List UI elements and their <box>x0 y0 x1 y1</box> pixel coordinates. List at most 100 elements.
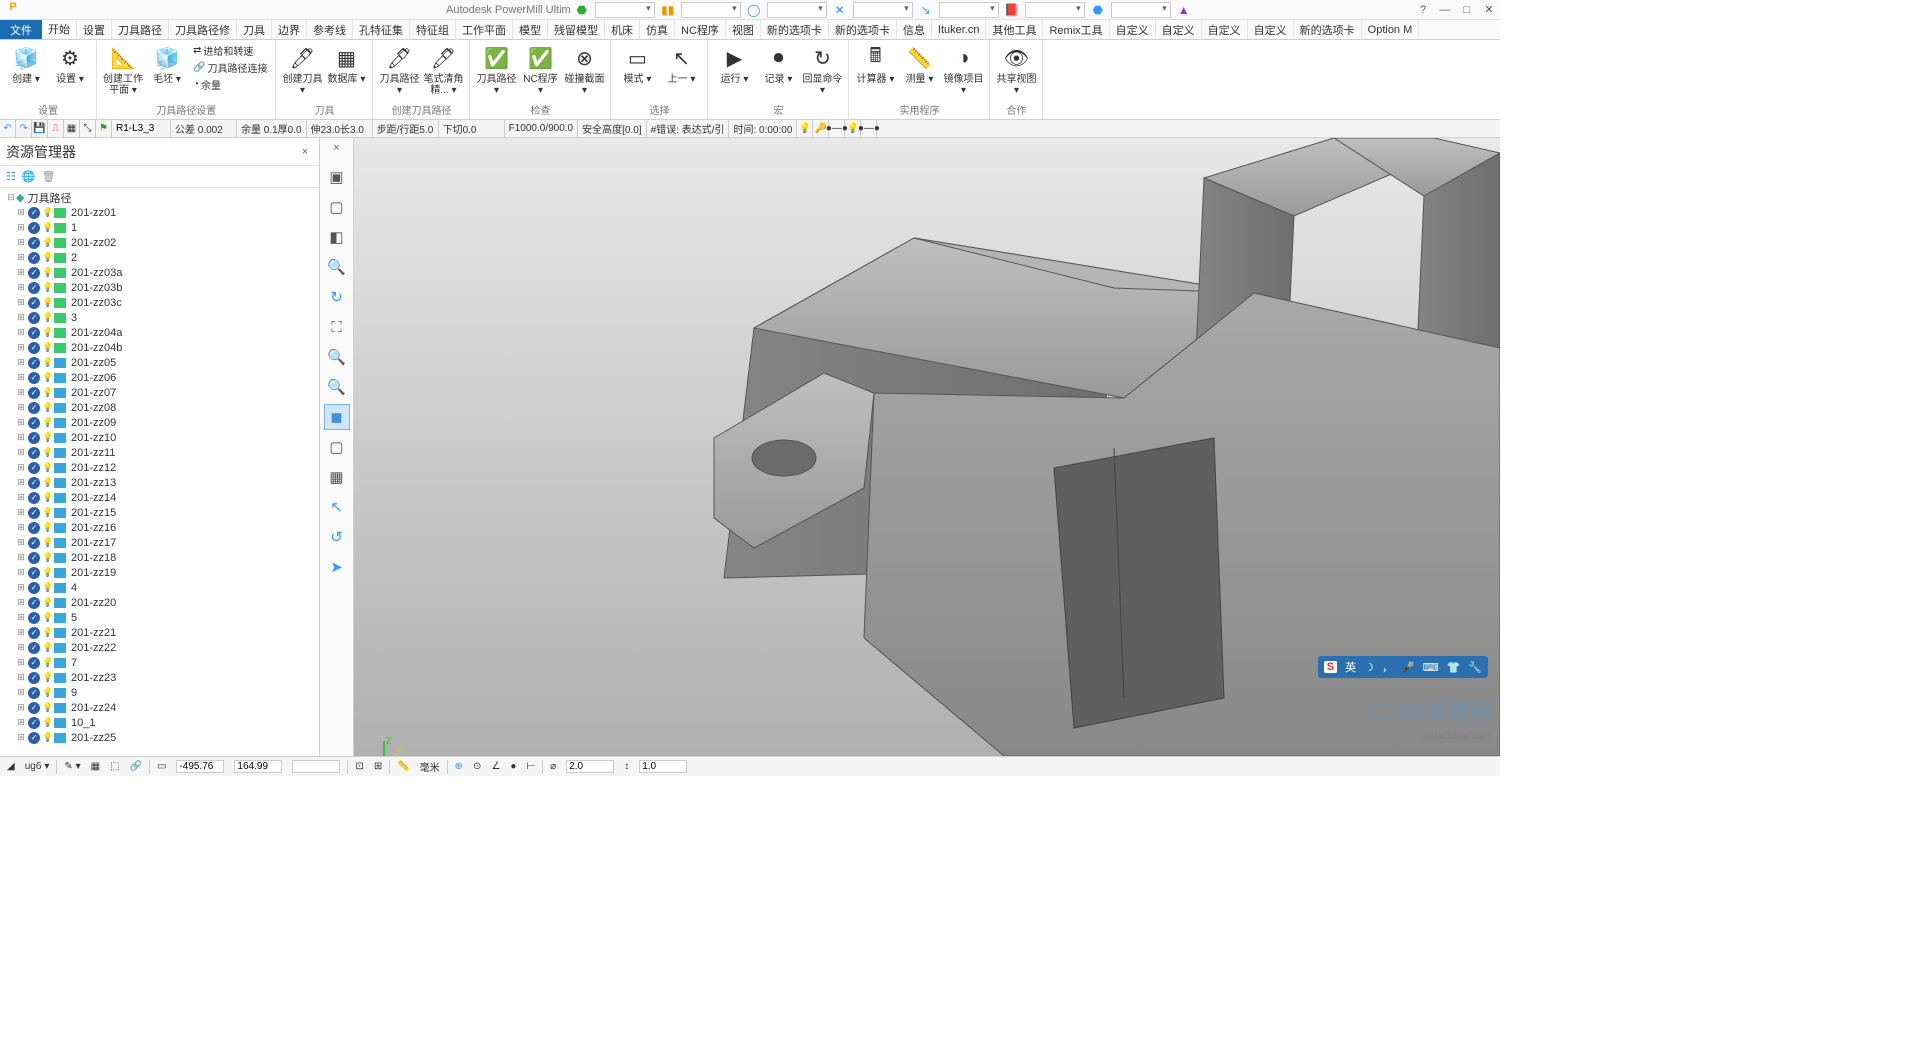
menu-tab[interactable]: 刀具路径 <box>112 20 169 39</box>
view-cube1-icon[interactable]: ▢ <box>324 194 350 220</box>
menu-tab[interactable]: 自定义 <box>1110 20 1156 39</box>
check-icon[interactable]: ✓ <box>28 462 40 474</box>
zoom-in-icon[interactable]: 🔍 <box>324 254 350 280</box>
check-icon[interactable]: ✓ <box>28 597 40 609</box>
bulb-icon[interactable]: 💡 <box>42 687 52 698</box>
check-icon[interactable]: ✓ <box>28 372 40 384</box>
menu-tab[interactable]: 自定义 <box>1156 20 1202 39</box>
zoom-fit-icon[interactable]: ⛶ <box>324 314 350 340</box>
status-y-field[interactable] <box>234 760 282 773</box>
check-icon[interactable]: ✓ <box>28 447 40 459</box>
globe-icon[interactable]: 🌐 <box>22 170 36 183</box>
menu-tab[interactable]: 新的选项卡 <box>829 20 897 39</box>
bulb-icon[interactable]: 💡 <box>42 207 52 218</box>
ribbon-button[interactable]: 🧊创建 ▾ <box>6 42 46 87</box>
tree-item[interactable]: ⊞✓💡7 <box>0 655 319 670</box>
ribbon-button[interactable]: ◑镜像项目 ▾ <box>943 42 983 98</box>
ime-tool-icon[interactable]: 🔧 <box>1468 661 1482 674</box>
qat-dropdown-6[interactable] <box>1025 2 1085 18</box>
ime-kbd-icon[interactable]: ⌨ <box>1423 661 1439 674</box>
check-icon[interactable]: ✓ <box>28 732 40 744</box>
ribbon-button[interactable]: ⏺记录 ▾ <box>758 42 798 87</box>
status-ruler-icon[interactable]: 📏 <box>394 761 412 772</box>
menu-tab[interactable]: 其他工具 <box>986 20 1043 39</box>
ribbon-button[interactable]: ▶运行 ▾ <box>714 42 754 87</box>
check-icon[interactable]: ✓ <box>28 672 40 684</box>
check-icon[interactable]: ✓ <box>28 387 40 399</box>
check-icon[interactable]: ✓ <box>28 717 40 729</box>
info-cell[interactable]: 余量 0.1厚0.0 <box>237 120 307 137</box>
minimize-button[interactable]: — <box>1434 1 1456 19</box>
ribbon-button[interactable]: 🖩计算器 ▾ <box>855 42 895 87</box>
qat-icon[interactable]: 📕 <box>1003 2 1021 18</box>
wire-icon[interactable]: ▢ <box>324 434 350 460</box>
qat-icon[interactable]: ✕ <box>831 2 849 18</box>
menu-tab[interactable]: 信息 <box>897 20 932 39</box>
axis-icon[interactable]: ⤡ <box>80 120 96 137</box>
bulb-icon[interactable]: 💡 <box>42 582 52 593</box>
bulb-icon[interactable]: 💡 <box>42 267 52 278</box>
dot2-icon[interactable]: ●—● <box>861 120 877 137</box>
menu-tab[interactable]: Option M <box>1362 20 1420 39</box>
menu-tab[interactable]: 刀具 <box>237 20 272 39</box>
tree-item[interactable]: ⊞✓💡201-zz01 <box>0 205 319 220</box>
bulb-icon[interactable]: 💡 <box>42 552 52 563</box>
bulb-icon[interactable]: 💡 <box>42 372 52 383</box>
menu-tab[interactable]: 开始 <box>42 20 77 39</box>
qat-icon[interactable]: ▲ <box>1175 2 1193 18</box>
menu-tab[interactable]: NC程序 <box>675 20 726 39</box>
check-icon[interactable]: ✓ <box>28 567 40 579</box>
bulb-icon[interactable]: 💡 <box>42 657 52 668</box>
check-icon[interactable]: ✓ <box>28 507 40 519</box>
status-plane[interactable]: ug6 ▾ <box>22 761 53 772</box>
menu-tab[interactable]: 仿真 <box>640 20 675 39</box>
bulb-icon[interactable]: 💡 <box>42 282 52 293</box>
bulb-icon[interactable]: 💡 <box>42 342 52 353</box>
ime-lang[interactable]: 英 <box>1345 659 1356 675</box>
menu-tab[interactable]: 模型 <box>513 20 548 39</box>
redo-icon[interactable]: ↷ <box>16 120 32 137</box>
rotate-icon[interactable]: ↺ <box>324 524 350 550</box>
zoom-area-icon[interactable]: 🔍 <box>324 344 350 370</box>
bulb-icon[interactable]: 💡 <box>42 447 52 458</box>
qat-icon[interactable]: ⬣ <box>1089 2 1107 18</box>
check-icon[interactable]: ✓ <box>28 702 40 714</box>
ribbon-small-button[interactable]: 🔗刀具路径连接 <box>191 59 269 76</box>
status-snap1-icon[interactable]: ⊡ <box>352 761 366 772</box>
tree-item[interactable]: ⊞✓💡4 <box>0 580 319 595</box>
status-target-icon[interactable]: ⊕ <box>452 761 466 772</box>
bulb-icon[interactable]: 💡 <box>42 387 52 398</box>
maximize-button[interactable]: □ <box>1456 1 1478 19</box>
tree-item[interactable]: ⊞✓💡1 <box>0 220 319 235</box>
check-icon[interactable]: ✓ <box>28 657 40 669</box>
tree-item[interactable]: ⊞✓💡201-zz10 <box>0 430 319 445</box>
menu-tab[interactable]: 刀具路径修 <box>169 20 237 39</box>
ime-skin-icon[interactable]: 👕 <box>1447 661 1461 674</box>
viewport-close-icon[interactable]: × <box>333 142 339 154</box>
menu-tab[interactable]: 视图 <box>726 20 761 39</box>
menu-tab[interactable]: 边界 <box>272 20 307 39</box>
dot-icon[interactable]: ●—● <box>829 120 845 137</box>
menu-tab[interactable]: 工作平面 <box>456 20 513 39</box>
check-icon[interactable]: ✓ <box>28 552 40 564</box>
status-dia-icon[interactable]: ⌀ <box>547 761 559 772</box>
tree-item[interactable]: ⊞✓💡201-zz15 <box>0 505 319 520</box>
ribbon-small-button[interactable]: ◔余量 <box>191 76 269 93</box>
ribbon-button[interactable]: 🖊笔式清角精... ▾ <box>423 42 463 98</box>
tree-item[interactable]: ⊞✓💡201-zz23 <box>0 670 319 685</box>
grid-icon[interactable]: ▦ <box>64 120 80 137</box>
check-icon[interactable]: ✓ <box>28 312 40 324</box>
tree-item[interactable]: ⊞✓💡201-zz13 <box>0 475 319 490</box>
info-cell[interactable]: #错误: 表达式/引 <box>647 120 730 137</box>
check-icon[interactable]: ✓ <box>28 267 40 279</box>
bulb-icon[interactable]: 💡 <box>42 597 52 608</box>
bulb-icon[interactable]: 💡 <box>42 702 52 713</box>
ribbon-button[interactable]: ⚙设置 ▾ <box>50 42 90 87</box>
zoom-out-icon[interactable]: 🔍 <box>324 374 350 400</box>
check-icon[interactable]: ✓ <box>28 432 40 444</box>
check-icon[interactable]: ✓ <box>28 687 40 699</box>
bulb-icon[interactable]: 💡 <box>42 312 52 323</box>
tree-item[interactable]: ⊞✓💡201-zz19 <box>0 565 319 580</box>
menu-tab[interactable]: 孔特征集 <box>353 20 410 39</box>
status-select-icon[interactable]: ⬚ <box>107 761 122 772</box>
